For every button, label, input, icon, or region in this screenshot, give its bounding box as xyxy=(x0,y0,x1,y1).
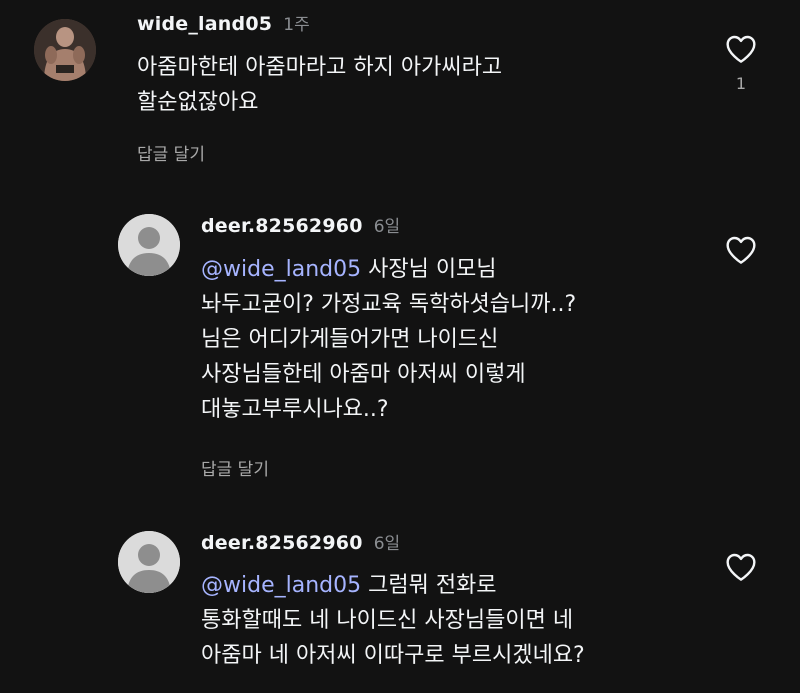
username[interactable]: wide_land05 xyxy=(137,13,272,35)
username[interactable]: deer.82562960 xyxy=(201,215,363,237)
avatar[interactable] xyxy=(118,531,180,593)
comment-line-rest: 그럼뭐 전화로 xyxy=(361,573,497,598)
like-button[interactable] xyxy=(721,235,761,265)
username[interactable]: deer.82562960 xyxy=(201,532,363,554)
heart-outline-icon xyxy=(726,236,756,264)
avatar[interactable] xyxy=(34,19,96,81)
comment-line: 아줌마한테 아줌마라고 하지 아가씨라고 xyxy=(137,55,503,80)
comment-line: 대놓고부루시나요..? xyxy=(201,397,389,422)
timestamp: 6일 xyxy=(373,534,401,554)
comment-header: wide_land05 1주 xyxy=(137,10,310,35)
comment-line: 사장님들한테 아줌마 아저씨 이렇게 xyxy=(201,362,526,387)
comment-text: @wide_land05 사장님 이모님 놔두고굳이? 가정교육 독학하셧습니까… xyxy=(201,252,576,427)
comment-line: 님은 어디가게들어가면 나이드신 xyxy=(201,327,499,352)
person-silhouette-icon xyxy=(118,531,180,593)
heart-outline-icon xyxy=(726,553,756,581)
like-button[interactable]: 1 xyxy=(721,34,761,93)
comment-line: @wide_land05 사장님 이모님 xyxy=(201,252,576,287)
comment-text: 아줌마한테 아줌마라고 하지 아가씨라고 할순없잖아요 xyxy=(137,50,502,120)
avatar[interactable] xyxy=(118,214,180,276)
like-button[interactable] xyxy=(721,552,761,582)
mention-link[interactable]: @wide_land05 xyxy=(201,257,361,282)
comment-line: 아줌마 네 아저씨 이따구로 부르시겠네요? xyxy=(201,643,585,668)
timestamp: 1주 xyxy=(283,15,310,35)
comment-line: 통화할때도 네 나이드신 사장님들이면 네 xyxy=(201,608,574,633)
reply-button[interactable]: 답글 달기 xyxy=(201,455,269,480)
comment-header: deer.82562960 6일 xyxy=(201,529,400,554)
timestamp: 6일 xyxy=(373,217,401,237)
comment-line: 놔두고굳이? 가정교육 독학하셧습니까..? xyxy=(201,292,577,317)
reply-button[interactable]: 답글 달기 xyxy=(137,140,205,165)
person-silhouette-icon xyxy=(118,214,180,276)
comment-line: 할순없잖아요 xyxy=(137,90,259,115)
like-count: 1 xyxy=(735,74,747,93)
comment-header: deer.82562960 6일 xyxy=(201,212,400,237)
profile-photo-icon xyxy=(34,19,96,81)
comment-line-rest: 사장님 이모님 xyxy=(361,257,497,282)
comment-line: @wide_land05 그럼뭐 전화로 xyxy=(201,568,585,603)
comment-text: @wide_land05 그럼뭐 전화로 통화할때도 네 나이드신 사장님들이면… xyxy=(201,568,585,673)
mention-link[interactable]: @wide_land05 xyxy=(201,573,361,598)
heart-outline-icon xyxy=(726,35,756,63)
